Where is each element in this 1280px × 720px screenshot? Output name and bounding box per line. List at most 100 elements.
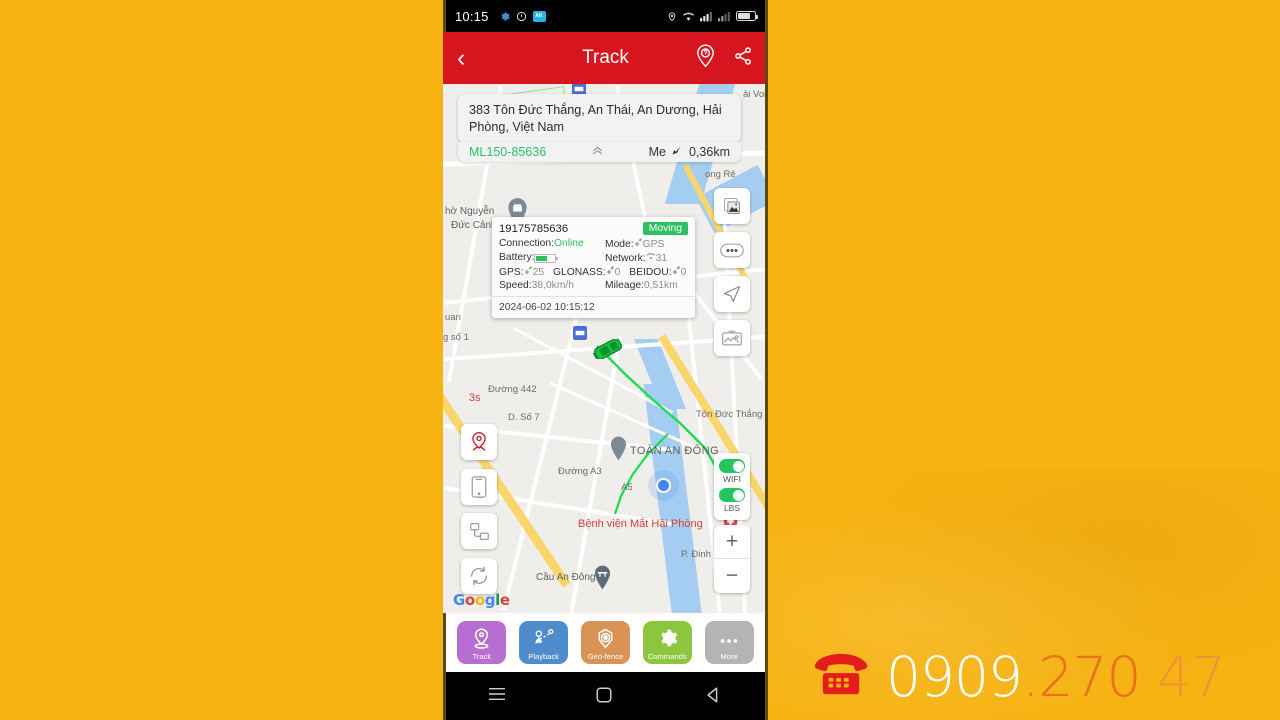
map-label: Bệnh viện Mắt Hải Phòng [578, 518, 703, 530]
location-icon [667, 11, 677, 22]
map-label: g số 1 [443, 332, 469, 343]
more-options-button[interactable] [714, 232, 750, 268]
address-meta-row: ML150-85636 Me 0,36km [458, 142, 741, 162]
gear-icon [656, 627, 678, 654]
dots-icon [718, 632, 740, 650]
device-code[interactable]: ML150-85636 [469, 145, 546, 159]
gps-value: 25 [532, 267, 545, 278]
beidou-value: 0 [680, 267, 687, 278]
menu-button[interactable] [487, 686, 507, 706]
glonass-value: 0 [614, 267, 621, 278]
street-view-button[interactable]: 360 [714, 320, 750, 356]
address-text: 383 Tôn Đức Thắng, An Thái, An Dương, Hả… [469, 103, 722, 134]
connection-label: Connection: [499, 238, 554, 249]
navigate-button[interactable] [714, 276, 750, 312]
gear-icon [499, 11, 510, 22]
map-label: Cầu An Đông [536, 572, 596, 583]
map-label: Đường A3 [558, 466, 602, 477]
tab-commands-label: Commands [647, 652, 687, 661]
geofence-circle-icon [594, 627, 617, 655]
battery-label: Battery: [499, 252, 535, 263]
device-id: 19175785636 [499, 222, 569, 235]
map-label: 3s [469, 392, 481, 404]
lbs-toggle-label: LBS [723, 503, 741, 513]
android-nav-bar [443, 672, 768, 720]
device-fields: Connection:Online Mode: GPS Battery: Netw… [492, 238, 695, 264]
tab-geofence-label: Geo-fence [587, 652, 624, 661]
phone-number-part-3: 47 [1140, 645, 1226, 709]
beidou-sat-icon [672, 266, 681, 278]
map-toggles: WIFI LBS [714, 453, 750, 520]
connection-value: Online [553, 238, 584, 249]
status-left-icons: AK [499, 10, 546, 22]
beidou-label: BEIDOU: [629, 267, 672, 278]
bottom-tab-bar: Track Playback Geo-fence Commands More [443, 613, 768, 672]
my-device-pin-button[interactable] [461, 424, 497, 460]
tab-playback[interactable]: Playback [519, 621, 569, 664]
phone-screen: 10:15 AK ‹ Track hờ Nguyễn Đức Cảnh ải V… [443, 0, 768, 720]
map-label: Tôn Đức Thắng [696, 409, 763, 420]
zoom-out-button[interactable]: − [714, 559, 750, 593]
tab-track[interactable]: Track [457, 621, 507, 664]
poi-pin-toan-an-dong[interactable] [609, 436, 628, 466]
network-label: Network: [605, 253, 646, 264]
device-info-popup[interactable]: 19175785636 Moving Connection:Online Mod… [492, 217, 695, 318]
status-right-icons [667, 11, 758, 22]
wifi-toggle[interactable] [719, 459, 745, 473]
zoom-in-button[interactable]: + [714, 525, 750, 559]
speed-mileage-row: Speed:38,0km/h Mileage:0,51km [492, 280, 695, 291]
back-button[interactable]: ‹ [457, 45, 483, 71]
home-button[interactable] [595, 686, 615, 706]
mileage-value: 0,51km [643, 280, 678, 291]
address-card[interactable]: 383 Tôn Đức Thắng, An Thái, An Dương, Hả… [458, 94, 741, 144]
device-tree-button[interactable] [461, 513, 497, 549]
me-label: Me [648, 145, 666, 159]
tab-more[interactable]: More [704, 621, 754, 664]
signal-2-icon [718, 11, 731, 22]
phone-number-text: 0909.270 47 [886, 650, 1226, 705]
blue-dot-icon [656, 478, 671, 493]
map-label: TOÀN AN ĐÔNG [630, 445, 719, 457]
signal-1-icon [700, 11, 713, 22]
map-label: Đức Cảnh [451, 220, 497, 231]
glonass-sat-icon [606, 266, 615, 278]
map-layers-button[interactable] [714, 188, 750, 224]
map-label: uan [445, 312, 461, 323]
status-bar: 10:15 AK [443, 0, 768, 32]
map-label: Đường 442 [488, 384, 537, 395]
app-badge-icon: AK [532, 10, 546, 22]
poi-pin-small-blue[interactable] [573, 326, 587, 345]
tab-playback-label: Playback [528, 652, 560, 661]
chevron-up-double-icon[interactable] [546, 145, 648, 159]
map-label: hờ Nguyễn [445, 206, 495, 217]
map-view[interactable]: hờ Nguyễn Đức Cảnh ải Voi ong Rẻ uan g số 1 3s… [443, 84, 768, 613]
battery-icon [736, 11, 758, 21]
google-logo: Google [453, 591, 510, 609]
battery-level-icon [534, 254, 559, 263]
telephone-icon [812, 652, 870, 703]
glonass-label: GLONASS: [552, 267, 606, 278]
mode-field: Mode: GPS [605, 238, 688, 250]
refresh-button[interactable] [461, 558, 497, 594]
share-icon[interactable] [732, 46, 754, 71]
tab-commands[interactable]: Commands [642, 621, 692, 664]
device-phone-button[interactable] [461, 469, 497, 505]
phone-number-part-2: .270 [1021, 645, 1141, 709]
location-help-pin-icon[interactable] [695, 44, 716, 73]
alarm-icon [516, 11, 527, 22]
mode-value: GPS [642, 239, 665, 250]
battery-field: Battery: [499, 252, 605, 264]
green-car-icon[interactable] [591, 338, 623, 360]
map-label: D. Số 7 [508, 412, 540, 423]
playback-route-icon [532, 627, 556, 654]
zoom-controls: + − [714, 525, 750, 593]
gps-sat-icon [524, 266, 533, 278]
tab-track-label: Track [472, 652, 492, 661]
arrow-direction-icon [671, 145, 682, 159]
tab-geofence[interactable]: Geo-fence [580, 621, 630, 664]
lbs-toggle[interactable] [719, 488, 745, 502]
back-button-nav[interactable] [704, 686, 724, 706]
phone-number-overlay: 0909.270 47 [812, 650, 1226, 705]
poi-pin-bridge[interactable] [593, 565, 612, 595]
device-timestamp: 2024-06-02 10:15:12 [492, 296, 695, 318]
